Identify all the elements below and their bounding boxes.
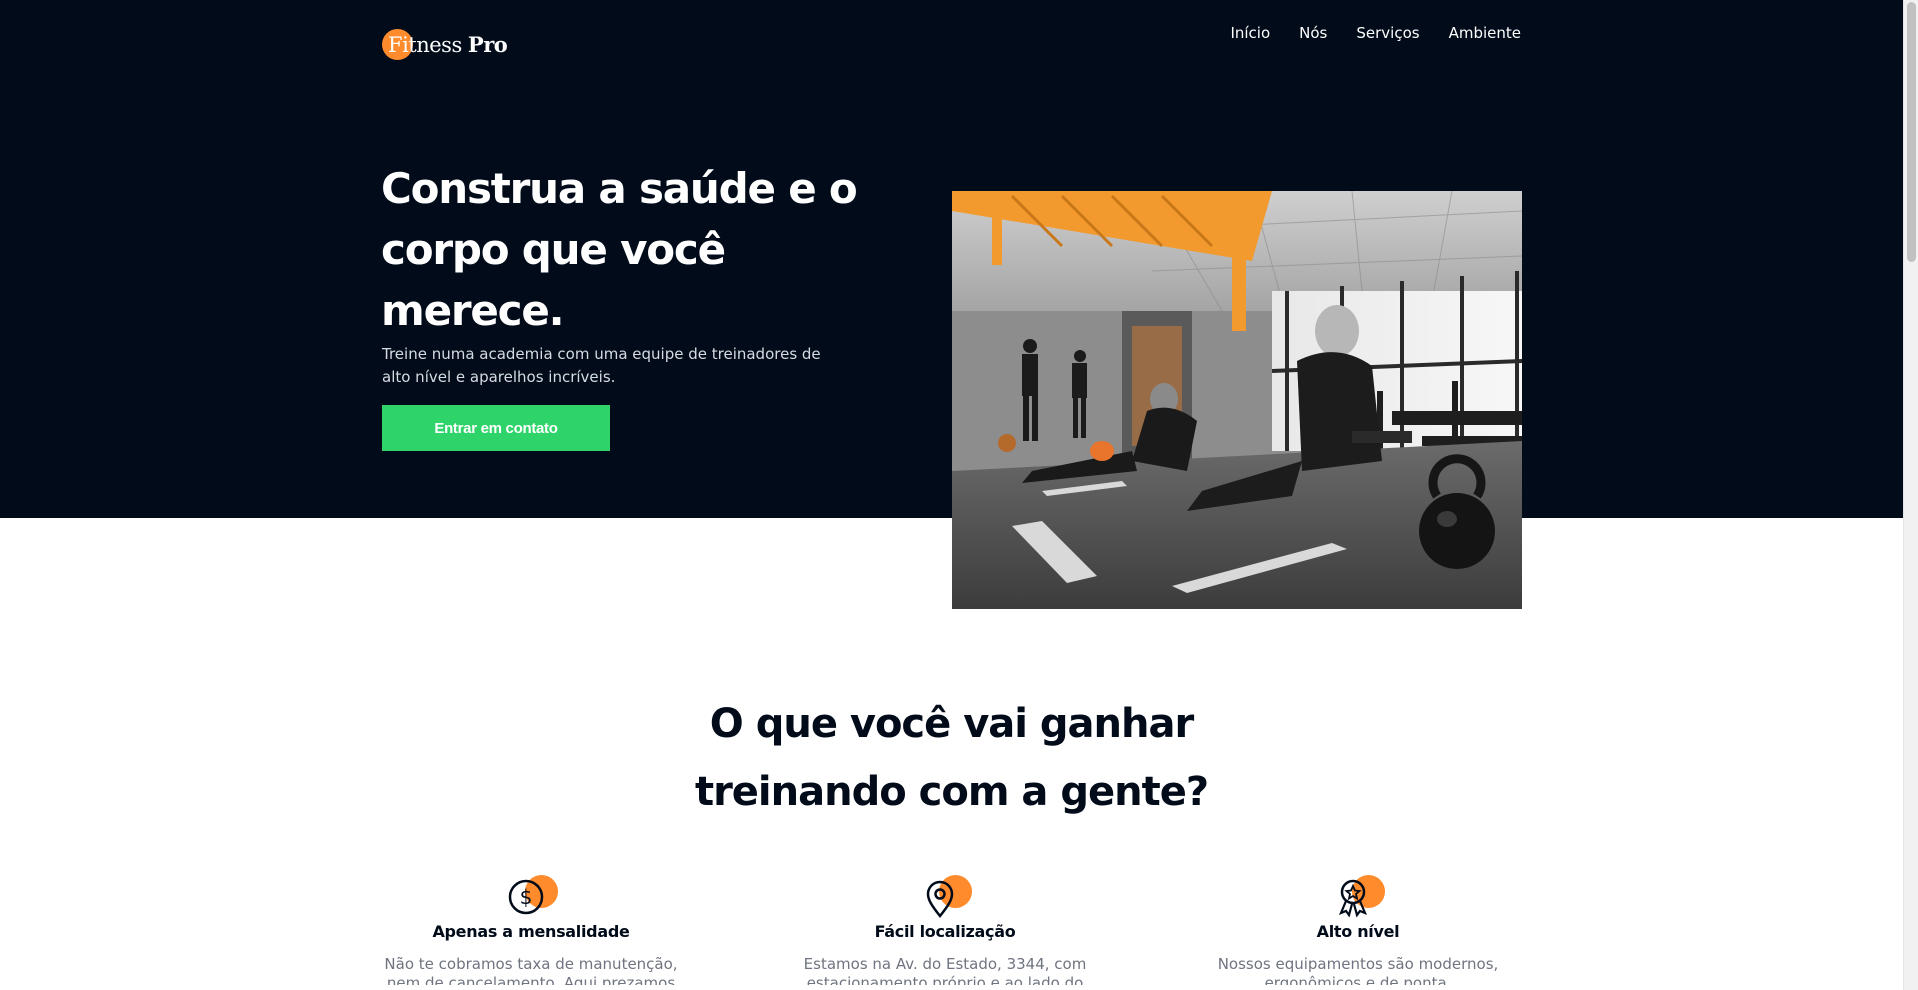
feature-card-mensalidade: $ Apenas a mensalidade Não te cobramos t…: [381, 874, 681, 985]
nav-item-inicio[interactable]: Início: [1230, 24, 1270, 42]
section-title: O que você vai ganhar treinando com a ge…: [0, 690, 1903, 826]
nav-item-servicos[interactable]: Serviços: [1356, 24, 1419, 42]
award-medal-icon: [1338, 879, 1368, 918]
logo-text-fitness: Fitness: [388, 32, 462, 57]
location-pin-icon: [926, 880, 954, 919]
hero-gym-image: [952, 191, 1522, 609]
main-nav: Início Nós Serviços Ambiente: [1230, 24, 1521, 42]
gym-photo-illustration: [952, 191, 1522, 609]
section-title-line2: treinando com a gente?: [694, 769, 1209, 815]
contact-button[interactable]: Entrar em contato: [382, 405, 610, 451]
section-title-line1: O que você vai ganhar: [709, 701, 1194, 747]
hero-subtitle: Treine numa academia com uma equipe de t…: [382, 345, 821, 386]
feature-description: Estamos na Av. do Estado, 3344, com esta…: [803, 955, 1087, 985]
scrollbar-thumb[interactable]: [1907, 2, 1916, 262]
svg-text:$: $: [520, 885, 533, 909]
nav-item-nos[interactable]: Nós: [1299, 24, 1327, 42]
logo[interactable]: Fitness Pro: [382, 27, 508, 61]
feature-title: Apenas a mensalidade: [432, 922, 630, 941]
feature-description: Nossos equipamentos são modernos, ergonô…: [1217, 955, 1499, 985]
feature-title: Alto nível: [1316, 922, 1400, 941]
page: Fitness Pro Início Nós Serviços Ambiente…: [0, 0, 1918, 990]
feature-icon-wrap: $: [508, 874, 558, 920]
logo-text: Fitness Pro: [382, 31, 508, 57]
feature-title: Fácil localização: [874, 922, 1016, 941]
vertical-scrollbar[interactable]: [1903, 0, 1918, 990]
hero-title: Construa a saúde e o corpo que você mere…: [381, 164, 858, 335]
dollar-icon: $: [508, 879, 544, 915]
logo-text-pro: Pro: [467, 31, 508, 57]
nav-item-ambiente[interactable]: Ambiente: [1449, 24, 1521, 42]
feature-card-localizacao: Fácil localização Estamos na Av. do Esta…: [795, 874, 1095, 985]
feature-icon-wrap: [922, 874, 972, 920]
feature-card-alto-nivel: Alto nível Nossos equipamentos são moder…: [1208, 874, 1508, 985]
feature-description: Não te cobramos taxa de manutenção, nem …: [384, 955, 678, 985]
feature-icon-wrap: [1335, 874, 1385, 920]
